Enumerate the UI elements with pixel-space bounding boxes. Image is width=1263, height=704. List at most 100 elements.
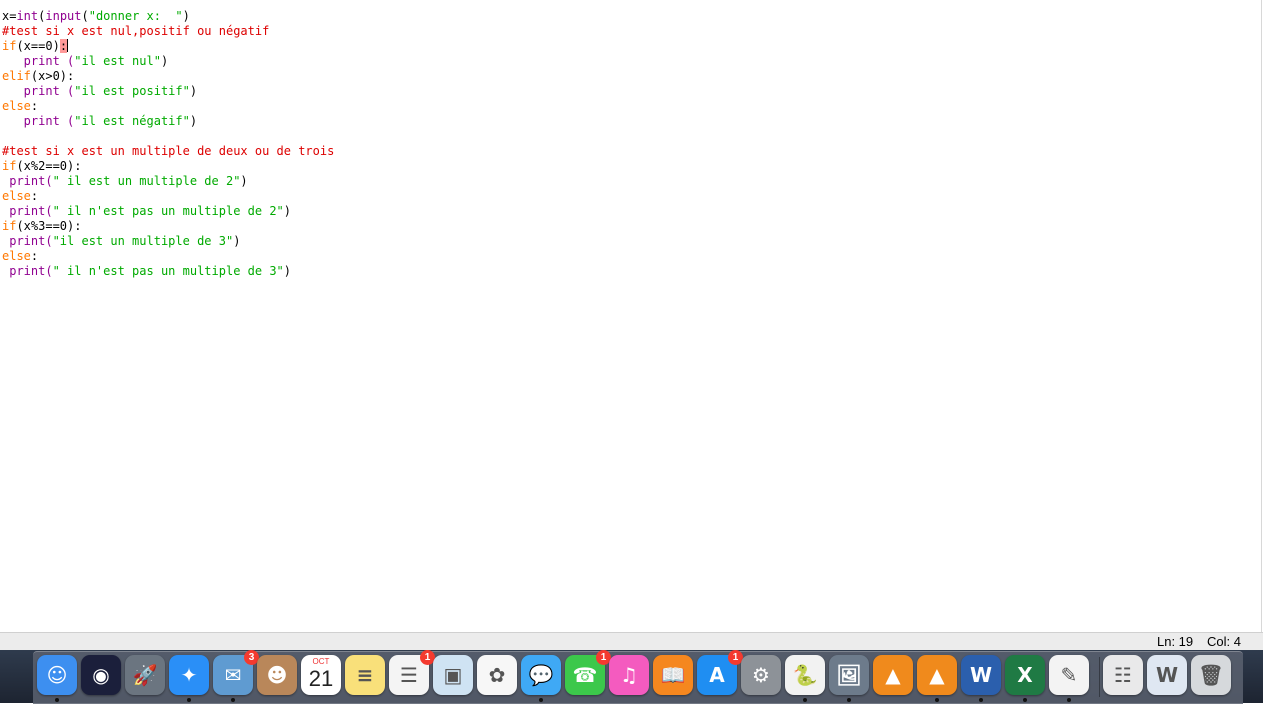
mail-glyph: ✉ — [224, 663, 242, 687]
code-line[interactable]: print("il est un multiple de 3") — [2, 234, 334, 249]
vlc-2-glyph: ▲ — [929, 663, 945, 687]
code-token-default: ) — [189, 114, 198, 128]
code-token-builtin: int — [16, 9, 39, 23]
code-line[interactable]: print(" il n'est pas un multiple de 2") — [2, 204, 334, 219]
text-cursor — [67, 39, 69, 52]
code-token-string: " il n'est pas un multiple de 2" — [52, 204, 284, 218]
running-indicator — [803, 698, 807, 702]
messages-icon[interactable]: 💬 — [521, 655, 561, 695]
image-capture-icon[interactable]: 🖼 — [829, 655, 869, 695]
facetime-icon[interactable]: ☎ 1 — [565, 650, 611, 695]
code-token-keyword: else — [2, 189, 31, 203]
code-line[interactable]: else: — [2, 99, 334, 114]
excel-icon[interactable]: X — [1005, 655, 1045, 695]
code-line[interactable]: #test si x est un multiple de deux ou de… — [2, 144, 334, 159]
code-token-builtin: input — [45, 9, 82, 23]
code-line[interactable]: print ("il est positif") — [2, 84, 334, 99]
code-token-keyword: elif — [2, 69, 31, 83]
running-indicator — [847, 698, 851, 702]
word-document-icon[interactable]: W — [1147, 655, 1187, 695]
safari-icon[interactable]: ✦ — [169, 655, 209, 695]
launchpad-glyph: 🚀 — [132, 663, 158, 687]
contacts-glyph: ☻ — [266, 663, 288, 687]
code-token-comment: #test si x est un multiple de deux ou de… — [2, 144, 335, 158]
app-store-glyph: A — [709, 663, 725, 687]
calendar-day: 21 — [308, 666, 334, 691]
system-preferences-glyph: ⚙ — [752, 663, 770, 687]
code-token-default: x= — [2, 9, 17, 23]
document-stack-icon[interactable]: ☷ — [1103, 655, 1143, 695]
itunes-icon[interactable]: ♫ — [609, 655, 649, 695]
running-indicator — [187, 698, 191, 702]
code-line[interactable]: print ("il est nul") — [2, 54, 334, 69]
mail-icon[interactable]: ✉ 3 — [213, 650, 259, 695]
code-token-default: (x==0) — [16, 39, 60, 53]
code-token-default: : — [30, 249, 39, 263]
code-token-default: ) — [283, 204, 291, 218]
code-token-default: ) — [283, 264, 291, 278]
contacts-icon[interactable]: ☻ — [257, 655, 297, 695]
code-line[interactable]: else: — [2, 189, 334, 204]
preview-icon[interactable]: ▣ — [433, 655, 473, 695]
app-store-icon[interactable]: A1 — [697, 650, 743, 695]
code-line[interactable]: #test si x est nul,positif ou négatif — [2, 24, 334, 39]
notes-icon[interactable]: ≡ — [345, 655, 385, 695]
vlc-icon[interactable]: ▲ — [873, 655, 913, 695]
code-token-default: ) — [240, 174, 248, 188]
code-text-area[interactable]: x=int(input("donner x: ") #test si x est … — [2, 9, 334, 279]
launchpad-icon[interactable]: 🚀 — [125, 655, 165, 695]
code-token-default: ) — [233, 234, 241, 248]
code-line[interactable] — [2, 129, 334, 144]
code-token-string: " il est un multiple de 2" — [52, 174, 241, 188]
code-token-default: ) — [182, 9, 190, 23]
code-token-builtin: print( — [2, 234, 53, 248]
code-line[interactable]: print ("il est négatif") — [2, 114, 334, 129]
running-indicator — [979, 698, 983, 702]
system-preferences-icon[interactable]: ⚙ — [741, 655, 781, 695]
running-indicator — [55, 698, 59, 702]
code-line[interactable]: x=int(input("donner x: ") — [2, 9, 334, 24]
document-stack-glyph: ☷ — [1114, 663, 1132, 687]
running-indicator — [539, 698, 543, 702]
word-icon[interactable]: W — [961, 655, 1001, 695]
safari-glyph: ✦ — [180, 663, 198, 687]
code-line[interactable]: elif(x>0): — [2, 69, 334, 84]
vlc-2-icon[interactable]: ▲ — [917, 655, 957, 695]
running-indicator — [231, 698, 235, 702]
ibooks-icon[interactable]: 📖 — [653, 655, 693, 695]
code-line[interactable]: print(" il est un multiple de 2") — [2, 174, 334, 189]
code-editor[interactable]: x=int(input("donner x: ") #test si x est … — [0, 0, 1262, 632]
siri-icon[interactable]: ◉ — [81, 655, 121, 695]
code-token-string: "il est nul" — [74, 54, 161, 68]
code-token-string: "il est négatif" — [74, 114, 190, 128]
running-indicator — [1067, 698, 1071, 702]
reminders-icon[interactable]: ☰ 1 — [389, 650, 435, 695]
notes-glyph: ≡ — [356, 663, 374, 687]
python-launcher-icon[interactable]: 🐍 — [785, 655, 825, 695]
code-line[interactable]: if(x%3==0): — [2, 219, 334, 234]
textedit-icon[interactable]: ✎ — [1049, 655, 1089, 695]
status-column-number: Col: 4 — [1207, 634, 1241, 649]
code-line[interactable]: print(" il n'est pas un multiple de 3") — [2, 264, 334, 279]
code-token-keyword: else — [2, 249, 31, 263]
code-token-default: ) — [160, 54, 169, 68]
code-token-default: ( — [81, 9, 89, 23]
code-line[interactable]: if(x==0): — [2, 39, 334, 54]
finder-icon[interactable]: ☺ — [37, 655, 77, 695]
reminders-glyph: ☰ — [400, 663, 418, 687]
code-token-builtin: print ( — [2, 54, 75, 68]
trash-icon[interactable]: 🗑 — [1191, 655, 1231, 695]
code-token-match: : — [59, 39, 68, 53]
messages-glyph: 💬 — [528, 663, 554, 687]
code-token-comment: #test si x est nul,positif ou négatif — [2, 24, 270, 38]
code-line[interactable]: else: — [2, 249, 334, 264]
finder-glyph: ☺ — [46, 663, 68, 687]
code-token-builtin: print( — [2, 174, 53, 188]
trash-glyph: 🗑 — [1198, 663, 1224, 687]
code-token-keyword: else — [2, 99, 31, 113]
code-line[interactable]: if(x%2==0): — [2, 159, 334, 174]
calendar-icon[interactable]: OCT 21 — [301, 655, 341, 695]
code-token-default: : — [30, 189, 39, 203]
code-token-builtin: print( — [2, 264, 53, 278]
photos-icon[interactable]: ✿ — [477, 655, 517, 695]
